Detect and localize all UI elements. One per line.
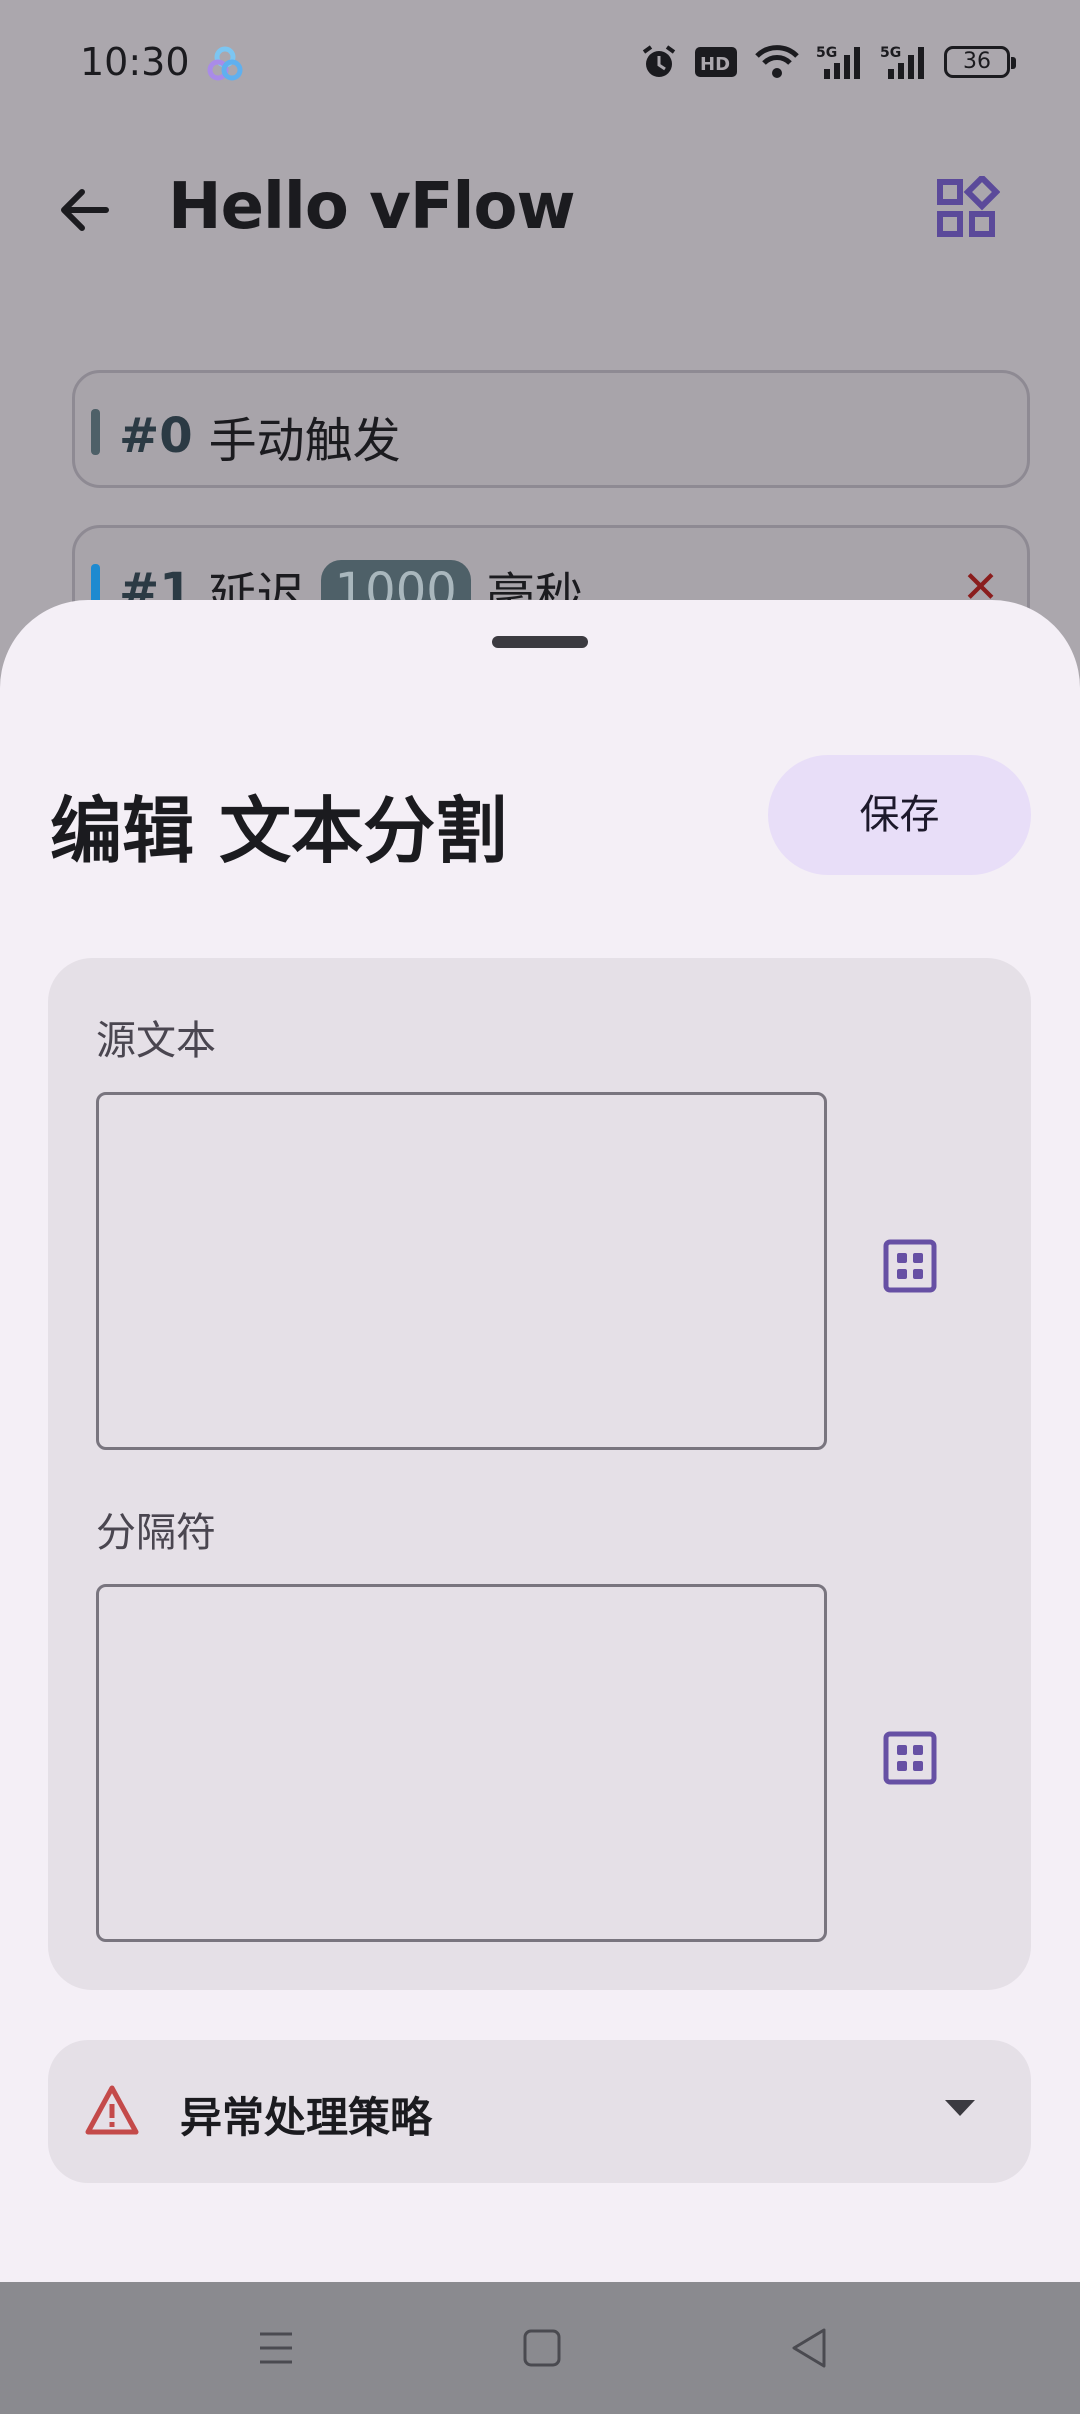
- step-index: #0: [119, 408, 193, 464]
- menu-icon[interactable]: [252, 2324, 300, 2372]
- source-text-input[interactable]: [96, 1092, 827, 1450]
- step-accent-bar: [91, 409, 100, 455]
- hd-icon: HD: [695, 47, 737, 77]
- bottom-sheet: 编辑 文本分割 保存 源文本 分隔符 异常处理策略: [0, 600, 1080, 2282]
- parameters-card: 源文本 分隔符: [48, 958, 1031, 1990]
- status-bar: 10:30 HD 5G 5G 36: [0, 0, 1080, 130]
- drag-handle[interactable]: [492, 636, 588, 648]
- variable-picker-icon[interactable]: [882, 1730, 938, 1786]
- signal-5g-icon: 5G: [816, 45, 860, 79]
- status-icons: HD 5G 5G 36: [640, 40, 1016, 84]
- svg-text:HD: HD: [700, 54, 730, 75]
- wifi-icon: [755, 45, 799, 78]
- delimiter-label: 分隔符: [96, 1510, 216, 1556]
- list-item-trigger[interactable]: #0 手动触发: [72, 370, 1030, 488]
- error-policy-label: 异常处理策略: [180, 2093, 433, 2142]
- error-policy-expander[interactable]: 异常处理策略: [48, 2040, 1031, 2183]
- source-text-label: 源文本: [96, 1018, 216, 1064]
- svg-text:5G: 5G: [880, 45, 901, 61]
- save-button[interactable]: 保存: [768, 755, 1031, 875]
- page-title: Hello vFlow: [168, 170, 576, 244]
- home-icon[interactable]: [518, 2324, 566, 2372]
- sheet-title: 编辑 文本分割: [50, 789, 508, 873]
- dropdown-caret-icon[interactable]: [945, 2098, 975, 2118]
- widgets-icon[interactable]: [936, 176, 1000, 240]
- back-icon[interactable]: [786, 2324, 834, 2372]
- step-label: 手动触发: [208, 413, 401, 469]
- variable-picker-icon[interactable]: [882, 1238, 938, 1294]
- app-icon: [207, 46, 243, 81]
- svg-text:5G: 5G: [816, 45, 837, 61]
- signal-5g-icon: 5G: [880, 45, 924, 79]
- app-bar: Hello vFlow: [0, 150, 1080, 270]
- battery-icon: 36: [944, 46, 1016, 78]
- arrow-back-icon[interactable]: [52, 178, 116, 242]
- delimiter-input[interactable]: [96, 1584, 827, 1942]
- status-time: 10:30: [80, 40, 190, 84]
- system-nav-bar: [0, 2282, 1080, 2414]
- alarm-icon: [642, 45, 676, 77]
- warning-icon: [85, 2085, 139, 2135]
